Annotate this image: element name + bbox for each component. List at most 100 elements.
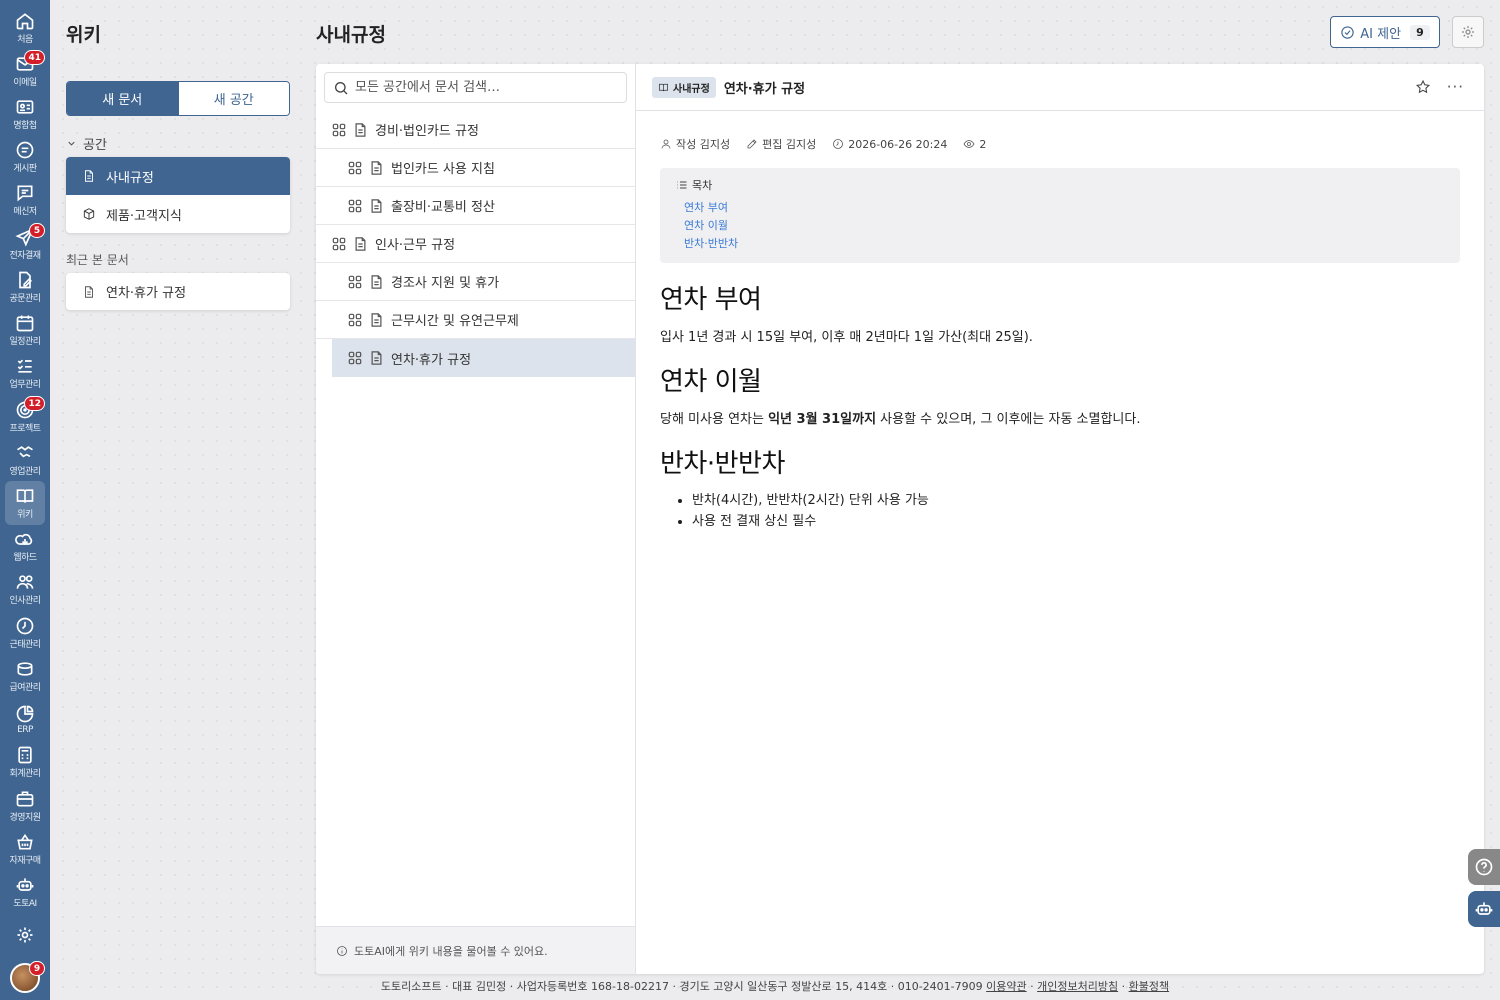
doc-tree: 경비·법인카드 규정 법인카드 사용 지침 출장비·교통비 정산 인사·근무 규…	[316, 111, 635, 377]
rail-item-attendance[interactable]: 근태관리	[5, 611, 45, 654]
tree-row[interactable]: 출장비·교통비 정산	[316, 187, 635, 225]
book-icon	[659, 83, 668, 91]
doc-view-pane: 사내규정 연차·휴가 규정 ··· 작성 김지성 편집 김지성 2026-06-…	[636, 64, 1484, 974]
unread-badge: 5	[29, 223, 45, 239]
list-item: 사용 전 결재 상신 필수	[692, 511, 1460, 532]
calendar-icon	[16, 315, 34, 332]
rail-item-wiki[interactable]: 위키	[5, 481, 45, 525]
toc-link-grant[interactable]: 연차 부여	[684, 199, 1444, 217]
tree-row[interactable]: 법인카드 사용 지침	[316, 149, 635, 187]
drag-grid-icon[interactable]	[348, 313, 362, 327]
footer-separator: ·	[1118, 980, 1129, 993]
help-floating-button[interactable]	[1468, 849, 1500, 885]
book-icon	[16, 489, 34, 503]
rail-item-projects[interactable]: 프로젝트 12	[5, 395, 45, 438]
rail-item-mail[interactable]: 이메일 41	[5, 49, 45, 92]
rail-item-home[interactable]: 처음	[5, 6, 45, 49]
clock-icon	[833, 139, 844, 149]
footer-refund-link[interactable]: 환불정책	[1129, 980, 1169, 993]
tree-row[interactable]: 인사·근무 규정	[316, 225, 635, 263]
rail-item-board[interactable]: 게시판	[5, 136, 45, 179]
rail-item-messenger[interactable]: 메신저	[5, 179, 45, 222]
rail-item-cards[interactable]: 명함첩	[5, 92, 45, 135]
halfday-bullet-list: 반차(4시간), 반반차(2시간) 단위 사용 가능 사용 전 결재 상신 필수	[660, 490, 1460, 532]
drag-grid-icon[interactable]	[348, 161, 362, 175]
rail-item-hr[interactable]: 인사관리	[5, 568, 45, 611]
toc-link-carryover[interactable]: 연차 이월	[684, 217, 1444, 235]
more-options-icon[interactable]: ···	[1447, 78, 1464, 96]
ai-suggestion-button[interactable]: AI 제안 9	[1330, 16, 1440, 48]
ai-suggestion-label: AI 제안	[1360, 26, 1402, 42]
space-breadcrumb-chip[interactable]: 사내규정	[652, 76, 716, 98]
toc-link-halfday[interactable]: 반차·반반차	[684, 235, 1444, 253]
rail-label: 경영지원	[9, 812, 41, 823]
footer-privacy-link[interactable]: 개인정보처리방침	[1037, 980, 1118, 993]
rail-item-erp[interactable]: ERP	[5, 698, 45, 741]
rail-item-webhard[interactable]: 웹하드	[5, 525, 45, 568]
drag-grid-icon[interactable]	[348, 275, 362, 289]
space-item-label: 제품·고객지식	[106, 208, 182, 224]
handshake-icon	[17, 445, 33, 458]
rail-label: 명함첩	[13, 121, 37, 132]
tree-row-label: 경비·법인카드 규정	[375, 124, 479, 139]
star-icon[interactable]	[1415, 79, 1431, 95]
ai-hint-text: 도토AI에게 위키 내용을 물어볼 수 있어요.	[354, 944, 548, 958]
app-rail: 처음 이메일 41 명함첩 게시판 메신저 전자결재 5 공문관리 일정관리 업…	[0, 0, 50, 1000]
user-avatar-button[interactable]: 9	[5, 957, 45, 1000]
space-item-rules[interactable]: 사내규정	[66, 157, 290, 195]
info-icon	[337, 945, 347, 956]
rail-label: 위키	[17, 510, 33, 521]
text-span: 사용할 수 있으며, 그 이후에는 자동 소멸합니다.	[876, 412, 1141, 427]
rail-item-calendar[interactable]: 일정관리	[5, 309, 45, 352]
document-icon	[85, 170, 93, 182]
rail-item-management[interactable]: 경영지원	[5, 784, 45, 827]
footer-separator: ·	[1026, 980, 1038, 993]
new-space-button[interactable]: 새 공간	[177, 82, 289, 115]
page-settings-button[interactable]	[1452, 16, 1484, 48]
rail-item-purchase[interactable]: 자재구매	[5, 827, 45, 870]
rail-item-approval[interactable]: 전자결재 5	[5, 222, 45, 265]
doc-author: 작성 김지성	[660, 136, 730, 152]
robot-icon	[16, 878, 34, 891]
table-of-contents: 목차 연차 부여 연차 이월 반차·반반차	[660, 168, 1460, 263]
clock-icon	[16, 617, 34, 635]
rail-label: 이메일	[13, 77, 37, 88]
drag-grid-icon[interactable]	[332, 123, 346, 137]
list-item: 반차(4시간), 반반차(2시간) 단위 사용 가능	[692, 490, 1460, 511]
tree-row[interactable]: 경조사 지원 및 휴가	[316, 263, 635, 301]
recent-docs-heading: 최근 본 문서	[66, 253, 129, 267]
briefcase-icon	[16, 791, 34, 807]
ai-chatbot-floating-button[interactable]	[1468, 891, 1500, 927]
recent-doc-item[interactable]: 연차·휴가 규정	[66, 273, 290, 310]
doc-date: 2026-06-26 20:24	[832, 138, 947, 151]
doc-search-input[interactable]	[355, 80, 615, 95]
tree-row-selected[interactable]: 연차·휴가 규정	[332, 339, 635, 377]
doc-header-actions: ···	[1415, 78, 1464, 96]
calculator-icon	[18, 746, 32, 764]
tree-row[interactable]: 근무시간 및 유연근무제	[316, 301, 635, 339]
rail-item-tasks[interactable]: 업무관리	[5, 352, 45, 395]
drag-grid-icon[interactable]	[348, 199, 362, 213]
space-section-toggle[interactable]: 공간	[66, 134, 107, 153]
rail-item-sales[interactable]: 영업관리	[5, 438, 45, 481]
new-doc-button[interactable]: 새 문서	[67, 82, 178, 115]
rail-item-dotoai[interactable]: 도토AI	[5, 870, 45, 913]
footer-terms-link[interactable]: 이용약관	[986, 980, 1026, 993]
gear-icon	[1462, 26, 1474, 38]
rail-item-settings[interactable]	[5, 914, 45, 957]
doc-search-box	[324, 72, 627, 103]
tree-row-label: 인사·근무 규정	[375, 238, 456, 253]
wiki-title: 위키	[66, 24, 101, 46]
tree-row[interactable]: 경비·법인카드 규정	[316, 111, 635, 149]
rail-item-official-docs[interactable]: 공문관리	[5, 265, 45, 308]
space-item-product-knowledge[interactable]: 제품·고객지식	[66, 195, 290, 233]
doc-meta: 작성 김지성 편집 김지성 2026-06-26 20:24 2	[660, 136, 1460, 152]
site-footer: 도토리소프트 · 대표 김민정 · 사업자등록번호 168-18-02217 ·…	[50, 978, 1500, 994]
tree-row-label: 경조사 지원 및 휴가	[391, 276, 500, 291]
rail-item-accounting[interactable]: 회계관리	[5, 741, 45, 784]
drag-grid-icon[interactable]	[332, 237, 346, 251]
tree-row-label: 연차·휴가 규정	[391, 352, 472, 368]
drag-grid-icon[interactable]	[348, 351, 362, 365]
rail-item-payroll[interactable]: 급여관리	[5, 654, 45, 697]
rail-label: 급여관리	[9, 682, 41, 693]
